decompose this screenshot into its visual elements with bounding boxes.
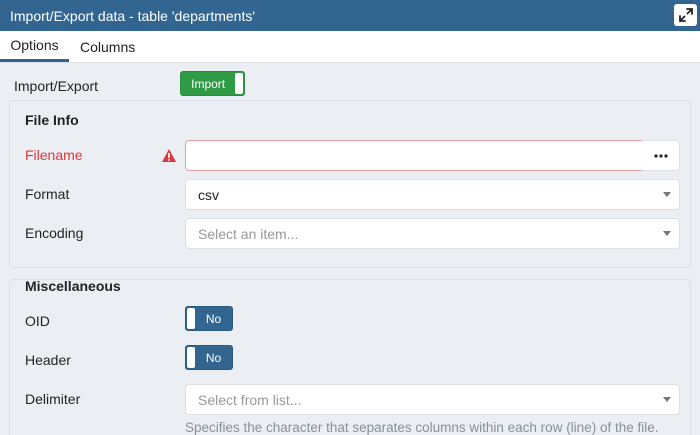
chevron-down-icon (663, 231, 671, 236)
oid-label: OID (25, 313, 50, 329)
oid-toggle-label: No (205, 311, 222, 326)
toggle-knob (187, 347, 195, 368)
expand-icon (678, 8, 693, 22)
tab-columns[interactable]: Columns (80, 31, 135, 62)
import-export-label: Import/Export (14, 78, 99, 94)
dialog-title: Import/Export data - table 'departments' (10, 7, 256, 24)
tab-options[interactable]: Options (0, 31, 69, 62)
chevron-down-icon (663, 192, 671, 197)
dialog-titlebar: Import/Export data - table 'departments' (0, 0, 700, 31)
browse-file-button[interactable] (642, 140, 680, 171)
format-label: Format (25, 186, 70, 202)
filename-label: Filename (25, 147, 83, 163)
import-export-toggle[interactable]: Import (180, 71, 245, 96)
header-label: Header (25, 352, 71, 368)
format-select[interactable]: csv (185, 179, 680, 210)
delimiter-label: Delimiter (25, 391, 81, 407)
delimiter-placeholder: Select from list... (198, 391, 302, 408)
encoding-placeholder: Select an item... (198, 225, 299, 242)
toggle-knob (235, 73, 243, 94)
warning-icon (161, 148, 177, 166)
filename-input[interactable] (185, 140, 643, 171)
delimiter-select[interactable]: Select from list... (185, 384, 680, 415)
expand-button[interactable] (674, 4, 697, 26)
chevron-down-icon (663, 397, 671, 402)
encoding-label: Encoding (25, 225, 84, 241)
format-value: csv (198, 186, 219, 203)
import-export-toggle-label: Import (191, 76, 226, 91)
more-dots-icon (653, 153, 668, 158)
tab-columns-label: Columns (80, 38, 136, 55)
header-toggle-label: No (205, 350, 222, 365)
toggle-knob (187, 308, 195, 329)
delimiter-help-text: Specifies the character that separates c… (185, 420, 659, 435)
tab-bar: Options Columns (0, 31, 700, 63)
miscellaneous-legend: Miscellaneous (25, 278, 121, 294)
oid-toggle[interactable]: No (185, 306, 233, 331)
header-toggle[interactable]: No (185, 345, 233, 370)
tab-options-label: Options (10, 37, 59, 53)
encoding-select[interactable]: Select an item... (185, 218, 680, 249)
file-info-legend: File Info (25, 112, 79, 128)
